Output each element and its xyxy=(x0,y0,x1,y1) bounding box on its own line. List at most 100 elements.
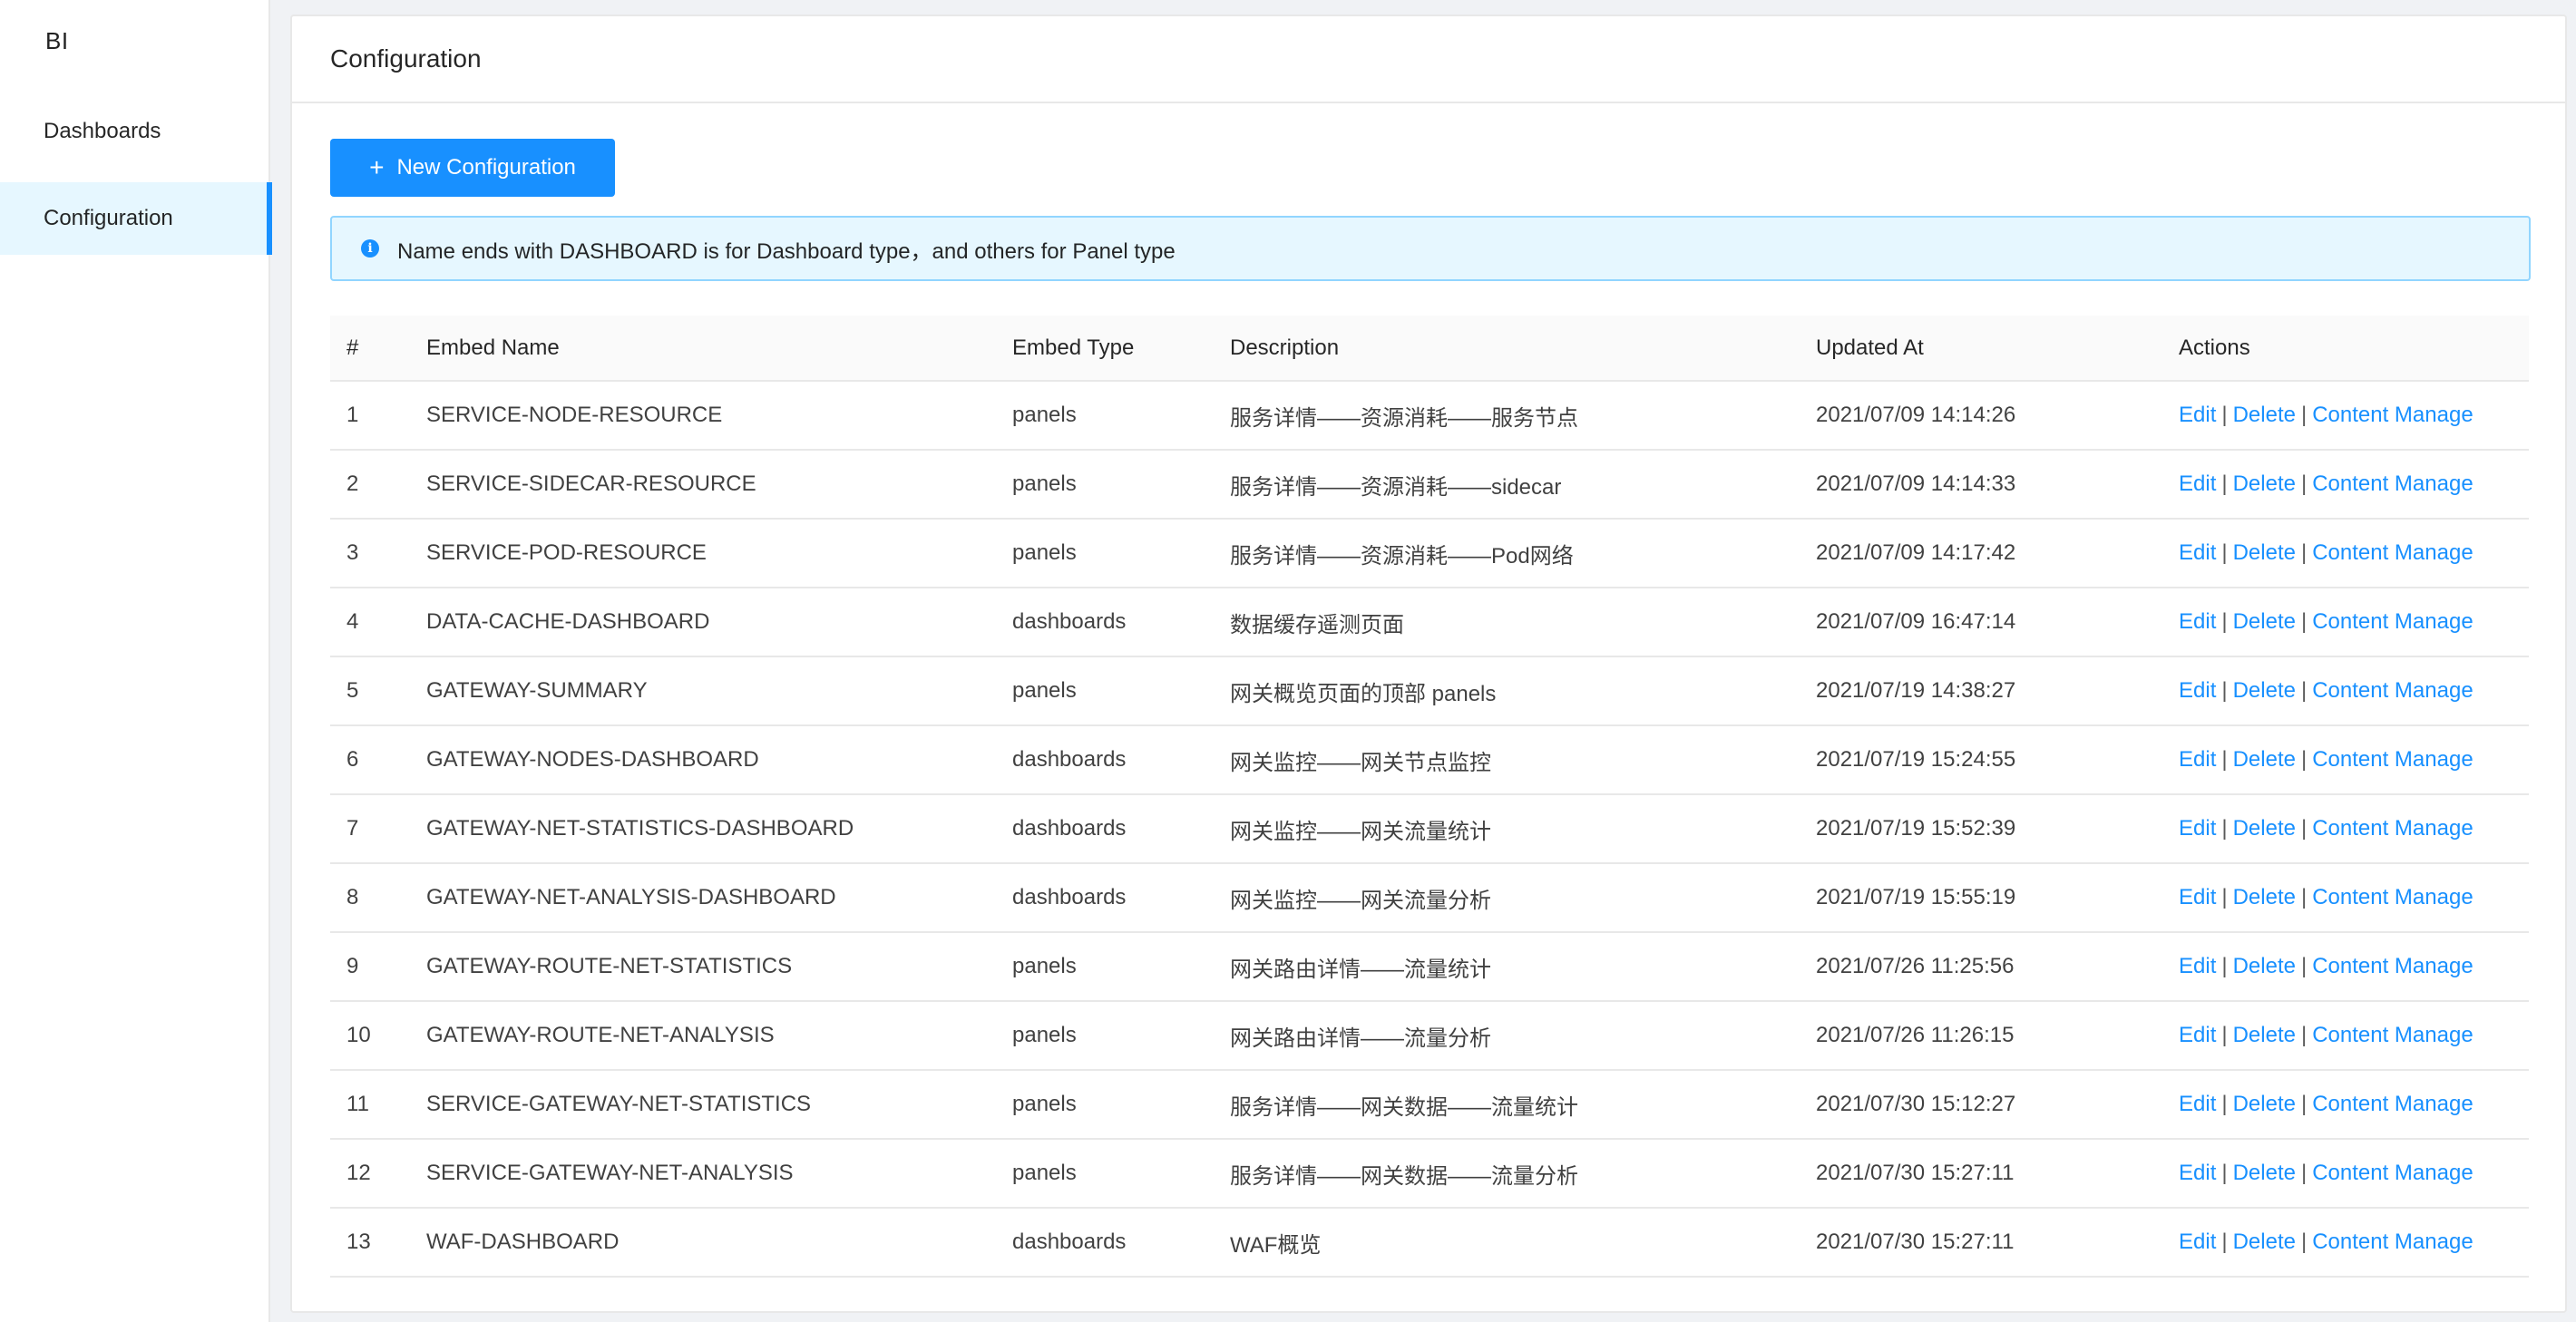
content-manage-link[interactable]: Content Manage xyxy=(2312,1092,2473,1116)
delete-link[interactable]: Delete xyxy=(2233,816,2296,841)
action-separator: | xyxy=(2221,747,2228,772)
content-manage-link[interactable]: Content Manage xyxy=(2312,816,2473,841)
edit-link[interactable]: Edit xyxy=(2179,1230,2216,1254)
table-row: 11 SERVICE-GATEWAY-NET-STATISTICS panels 服务… xyxy=(330,1070,2529,1140)
action-separator: | xyxy=(2221,1161,2228,1185)
cell-embed-type: panels xyxy=(996,1070,1214,1140)
cell-description: 网关路由详情——流量分析 xyxy=(1214,1001,1800,1071)
delete-link[interactable]: Delete xyxy=(2233,885,2296,909)
delete-link[interactable]: Delete xyxy=(2233,1092,2296,1116)
cell-index: 10 xyxy=(330,1001,410,1071)
action-separator: | xyxy=(2300,885,2308,909)
table-row: 6 GATEWAY-NODES-DASHBOARD dashboards 网关监控——… xyxy=(330,725,2529,795)
action-separator: | xyxy=(2300,403,2308,427)
cell-updated-at: 2021/07/30 15:27:11 xyxy=(1800,1208,2162,1278)
cell-updated-at: 2021/07/19 15:55:19 xyxy=(1800,863,2162,933)
cell-actions: Edit | Delete | Content Manage xyxy=(2162,381,2529,451)
column-header-description: Description xyxy=(1214,316,1800,382)
edit-link[interactable]: Edit xyxy=(2179,540,2216,565)
main-card: Configuration + New Configuration i Name… xyxy=(290,15,2567,1313)
content-manage-link[interactable]: Content Manage xyxy=(2312,471,2473,496)
cell-updated-at: 2021/07/09 14:14:33 xyxy=(1800,450,2162,520)
cell-index: 1 xyxy=(330,381,410,451)
action-separator: | xyxy=(2221,609,2228,634)
edit-link[interactable]: Edit xyxy=(2179,403,2216,427)
edit-link[interactable]: Edit xyxy=(2179,747,2216,772)
edit-link[interactable]: Edit xyxy=(2179,1161,2216,1185)
edit-link[interactable]: Edit xyxy=(2179,1023,2216,1047)
column-header-embed-name: Embed Name xyxy=(410,316,996,382)
table-row: 12 SERVICE-GATEWAY-NET-ANALYSIS panels 服务详情… xyxy=(330,1139,2529,1209)
table-row: 3 SERVICE-POD-RESOURCE panels 服务详情——资源消耗——P… xyxy=(330,519,2529,588)
plus-icon: + xyxy=(369,153,385,181)
action-separator: | xyxy=(2221,816,2228,841)
cell-embed-type: panels xyxy=(996,450,1214,520)
cell-description: 服务详情——网关数据——流量分析 xyxy=(1214,1139,1800,1209)
edit-link[interactable]: Edit xyxy=(2179,954,2216,978)
content-manage-link[interactable]: Content Manage xyxy=(2312,1023,2473,1047)
cell-index: 2 xyxy=(330,450,410,520)
delete-link[interactable]: Delete xyxy=(2233,1023,2296,1047)
delete-link[interactable]: Delete xyxy=(2233,747,2296,772)
content-manage-link[interactable]: Content Manage xyxy=(2312,678,2473,703)
action-separator: | xyxy=(2300,747,2308,772)
cell-updated-at: 2021/07/26 11:26:15 xyxy=(1800,1001,2162,1071)
cell-embed-name: SERVICE-GATEWAY-NET-STATISTICS xyxy=(410,1070,996,1140)
cell-actions: Edit | Delete | Content Manage xyxy=(2162,725,2529,795)
delete-link[interactable]: Delete xyxy=(2233,609,2296,634)
delete-link[interactable]: Delete xyxy=(2233,1230,2296,1254)
cell-index: 13 xyxy=(330,1208,410,1278)
cell-updated-at: 2021/07/09 14:17:42 xyxy=(1800,519,2162,588)
content-manage-link[interactable]: Content Manage xyxy=(2312,747,2473,772)
table-row: 1 SERVICE-NODE-RESOURCE panels 服务详情——资源消耗——… xyxy=(330,381,2529,451)
cell-updated-at: 2021/07/30 15:27:11 xyxy=(1800,1139,2162,1209)
info-alert: i Name ends with DASHBOARD is for Dashbo… xyxy=(330,216,2531,281)
info-alert-text: Name ends with DASHBOARD is for Dashboar… xyxy=(397,238,1176,264)
app-root: BI Dashboards Configuration Configuratio… xyxy=(0,0,2576,1322)
content-manage-link[interactable]: Content Manage xyxy=(2312,540,2473,565)
edit-link[interactable]: Edit xyxy=(2179,609,2216,634)
cell-embed-name: GATEWAY-NODES-DASHBOARD xyxy=(410,725,996,795)
delete-link[interactable]: Delete xyxy=(2233,678,2296,703)
delete-link[interactable]: Delete xyxy=(2233,403,2296,427)
cell-description: 网关路由详情——流量统计 xyxy=(1214,932,1800,1002)
edit-link[interactable]: Edit xyxy=(2179,678,2216,703)
edit-link[interactable]: Edit xyxy=(2179,471,2216,496)
cell-embed-name: DATA-CACHE-DASHBOARD xyxy=(410,588,996,657)
new-configuration-button[interactable]: + New Configuration xyxy=(330,139,615,197)
cell-description: 网关监控——网关流量统计 xyxy=(1214,794,1800,864)
content-manage-link[interactable]: Content Manage xyxy=(2312,1230,2473,1254)
edit-link[interactable]: Edit xyxy=(2179,885,2216,909)
action-separator: | xyxy=(2300,678,2308,703)
cell-index: 9 xyxy=(330,932,410,1002)
cell-index: 12 xyxy=(330,1139,410,1209)
cell-description: 网关监控——网关流量分析 xyxy=(1214,863,1800,933)
content-manage-link[interactable]: Content Manage xyxy=(2312,885,2473,909)
action-separator: | xyxy=(2300,1092,2308,1116)
delete-link[interactable]: Delete xyxy=(2233,954,2296,978)
content-manage-link[interactable]: Content Manage xyxy=(2312,403,2473,427)
content-manage-link[interactable]: Content Manage xyxy=(2312,609,2473,634)
sidebar-item-configuration[interactable]: Configuration xyxy=(0,182,272,255)
edit-link[interactable]: Edit xyxy=(2179,1092,2216,1116)
delete-link[interactable]: Delete xyxy=(2233,1161,2296,1185)
cell-actions: Edit | Delete | Content Manage xyxy=(2162,863,2529,933)
table-row: 10 GATEWAY-ROUTE-NET-ANALYSIS panels 网关路由详情… xyxy=(330,1001,2529,1071)
table-row: 8 GATEWAY-NET-ANALYSIS-DASHBOARD dashboard… xyxy=(330,863,2529,933)
cell-actions: Edit | Delete | Content Manage xyxy=(2162,1208,2529,1278)
table-row: 5 GATEWAY-SUMMARY panels 网关概览页面的顶部 panels 20… xyxy=(330,656,2529,726)
delete-link[interactable]: Delete xyxy=(2233,540,2296,565)
content-manage-link[interactable]: Content Manage xyxy=(2312,1161,2473,1185)
cell-embed-type: panels xyxy=(996,656,1214,726)
cell-embed-name: GATEWAY-ROUTE-NET-ANALYSIS xyxy=(410,1001,996,1071)
delete-link[interactable]: Delete xyxy=(2233,471,2296,496)
cell-embed-name: GATEWAY-ROUTE-NET-STATISTICS xyxy=(410,932,996,1002)
action-separator: | xyxy=(2300,1023,2308,1047)
table-row: 7 GATEWAY-NET-STATISTICS-DASHBOARD dashboa… xyxy=(330,794,2529,864)
app-logo: BI xyxy=(45,27,69,54)
content-manage-link[interactable]: Content Manage xyxy=(2312,954,2473,978)
edit-link[interactable]: Edit xyxy=(2179,816,2216,841)
action-separator: | xyxy=(2221,540,2228,565)
cell-updated-at: 2021/07/30 15:12:27 xyxy=(1800,1070,2162,1140)
sidebar-item-dashboards[interactable]: Dashboards xyxy=(0,95,270,168)
